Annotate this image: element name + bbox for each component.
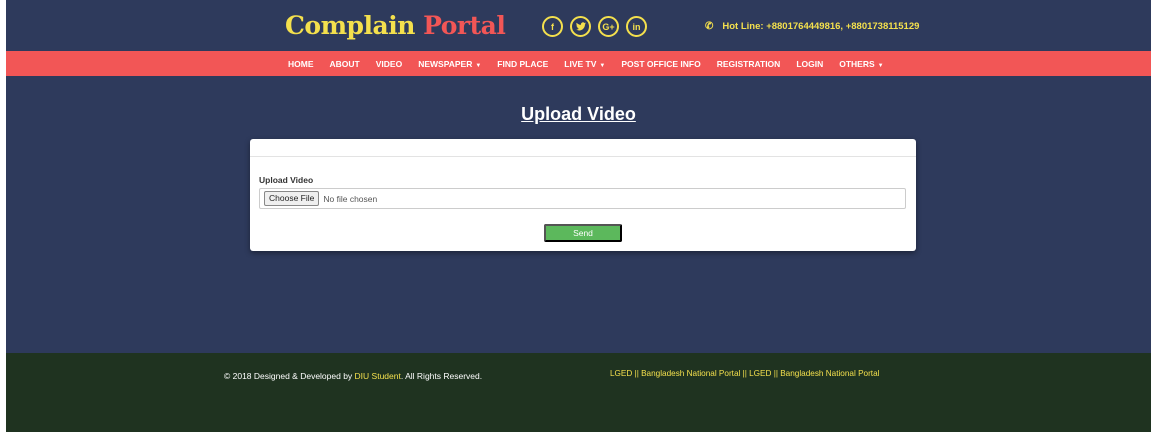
nav-label: VIDEO	[375, 58, 403, 69]
nav-label: ABOUT	[329, 58, 360, 69]
footer-links[interactable]: LGED || Bangladesh National Portal || LG…	[610, 369, 879, 378]
nav-about[interactable]: ABOUT	[330, 59, 360, 69]
google-plus-icon[interactable]: G+	[598, 16, 619, 37]
chevron-down-icon: ▼	[475, 62, 482, 69]
developer-link[interactable]: DIU Student	[355, 371, 401, 381]
site-logo[interactable]: Complain Portal	[285, 11, 506, 41]
chevron-down-icon: ▼	[599, 62, 606, 69]
footer: © 2018 Designed & Developed by DIU Stude…	[6, 353, 1151, 432]
brand-word-2: Portal	[423, 11, 506, 40]
page-frame: Complain Portal f G+ in ✆ Hot Line: +880…	[6, 0, 1151, 432]
nav-video[interactable]: VIDEO	[376, 59, 402, 69]
twitter-icon[interactable]	[570, 16, 591, 37]
nav-registration[interactable]: REGISTRATION	[717, 59, 781, 69]
upload-form-card: Upload Video Choose File No file chosen …	[250, 139, 916, 251]
phone-icon: ✆	[705, 21, 714, 32]
nav-label: NEWSPAPER	[418, 58, 473, 69]
nav-newspaper[interactable]: NEWSPAPER ▼	[418, 59, 481, 69]
page-title-wrap: Upload Video	[6, 104, 1151, 125]
nav-others[interactable]: OTHERS ▼	[839, 59, 883, 69]
main-nav: HOME ABOUT VIDEO NEWSPAPER ▼ FIND PLACE L…	[6, 51, 1151, 76]
hotline-text: Hot Line: +8801764449816, +8801738115129	[722, 21, 920, 32]
hotline: ✆ Hot Line: +8801764449816, +88017381151…	[705, 21, 919, 32]
nav-find-place[interactable]: FIND PLACE	[497, 59, 548, 69]
facebook-icon[interactable]: f	[542, 16, 563, 37]
page-title: Upload Video	[521, 104, 636, 124]
nav-label: OTHERS	[839, 58, 875, 69]
upload-video-label: Upload Video	[259, 175, 314, 185]
linkedin-icon[interactable]: in	[626, 16, 647, 37]
choose-file-button[interactable]: Choose File	[264, 191, 320, 206]
nav-login[interactable]: LOGIN	[796, 59, 823, 69]
nav-post-office-info[interactable]: POST OFFICE INFO	[621, 59, 700, 69]
nav-label: LOGIN	[796, 58, 824, 69]
nav-label: HOME	[288, 58, 314, 69]
file-input[interactable]: Choose File No file chosen	[259, 188, 906, 209]
send-button[interactable]: Send	[544, 224, 622, 242]
nav-home[interactable]: HOME	[288, 59, 314, 69]
brand-word-1: Complain	[285, 11, 415, 40]
card-divider	[250, 156, 916, 157]
copyright-suffix: . All Rights Reserved.	[400, 371, 483, 381]
top-header: Complain Portal f G+ in ✆ Hot Line: +880…	[6, 0, 1151, 51]
nav-label: LIVE TV	[564, 58, 597, 69]
nav-label: POST OFFICE INFO	[621, 58, 701, 69]
copyright-prefix: © 2018 Designed & Developed by	[224, 371, 355, 381]
nav-label: REGISTRATION	[716, 58, 781, 69]
social-links: f G+ in	[542, 16, 647, 37]
nav-live-tv[interactable]: LIVE TV ▼	[564, 59, 605, 69]
nav-label: FIND PLACE	[497, 58, 549, 69]
copyright-text: © 2018 Designed & Developed by DIU Stude…	[224, 371, 482, 381]
chevron-down-icon: ▼	[877, 62, 884, 69]
file-status-text: No file chosen	[323, 193, 378, 204]
